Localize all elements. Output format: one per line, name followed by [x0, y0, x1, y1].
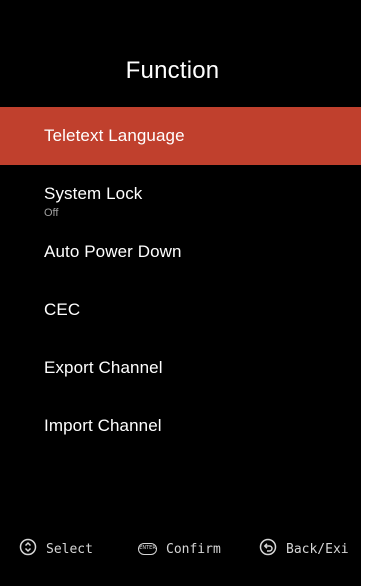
back-hint: Back/Exi: [259, 538, 349, 560]
function-menu-screen: Function Teletext Language System Lock O…: [0, 0, 365, 586]
menu-item-label: Import Channel: [44, 416, 162, 435]
menu-item-value: Off: [44, 207, 59, 219]
menu-item-cec[interactable]: CEC: [0, 281, 361, 339]
confirm-hint-label: Confirm: [166, 541, 221, 557]
enter-key-icon: ENTER: [138, 543, 157, 555]
menu-item-label: System Lock: [44, 184, 143, 203]
navigation-dpad-icon: [19, 538, 37, 560]
menu-item-teletext-language[interactable]: Teletext Language: [0, 107, 361, 165]
select-hint-label: Select: [46, 541, 93, 557]
menu-item-export-channel[interactable]: Export Channel: [0, 339, 361, 397]
back-hint-label: Back/Exi: [286, 541, 349, 557]
back-arrow-icon: [259, 538, 277, 560]
menu-item-system-lock[interactable]: System Lock Off: [0, 165, 361, 223]
function-menu-list: Teletext Language System Lock Off Auto P…: [0, 107, 361, 455]
menu-item-label: Auto Power Down: [44, 242, 182, 261]
select-hint: Select: [19, 538, 93, 560]
confirm-hint: ENTER Confirm: [138, 539, 221, 559]
menu-item-import-channel[interactable]: Import Channel: [0, 397, 361, 455]
key-hint-bar: Select ENTER Confirm Back/Exi: [0, 536, 361, 562]
menu-item-label: Teletext Language: [44, 126, 185, 145]
page-title: Function: [125, 57, 220, 84]
menu-item-auto-power-down[interactable]: Auto Power Down: [0, 223, 361, 281]
screen-edge: [361, 0, 365, 586]
menu-item-label: CEC: [44, 300, 81, 319]
menu-item-label: Export Channel: [44, 358, 163, 377]
